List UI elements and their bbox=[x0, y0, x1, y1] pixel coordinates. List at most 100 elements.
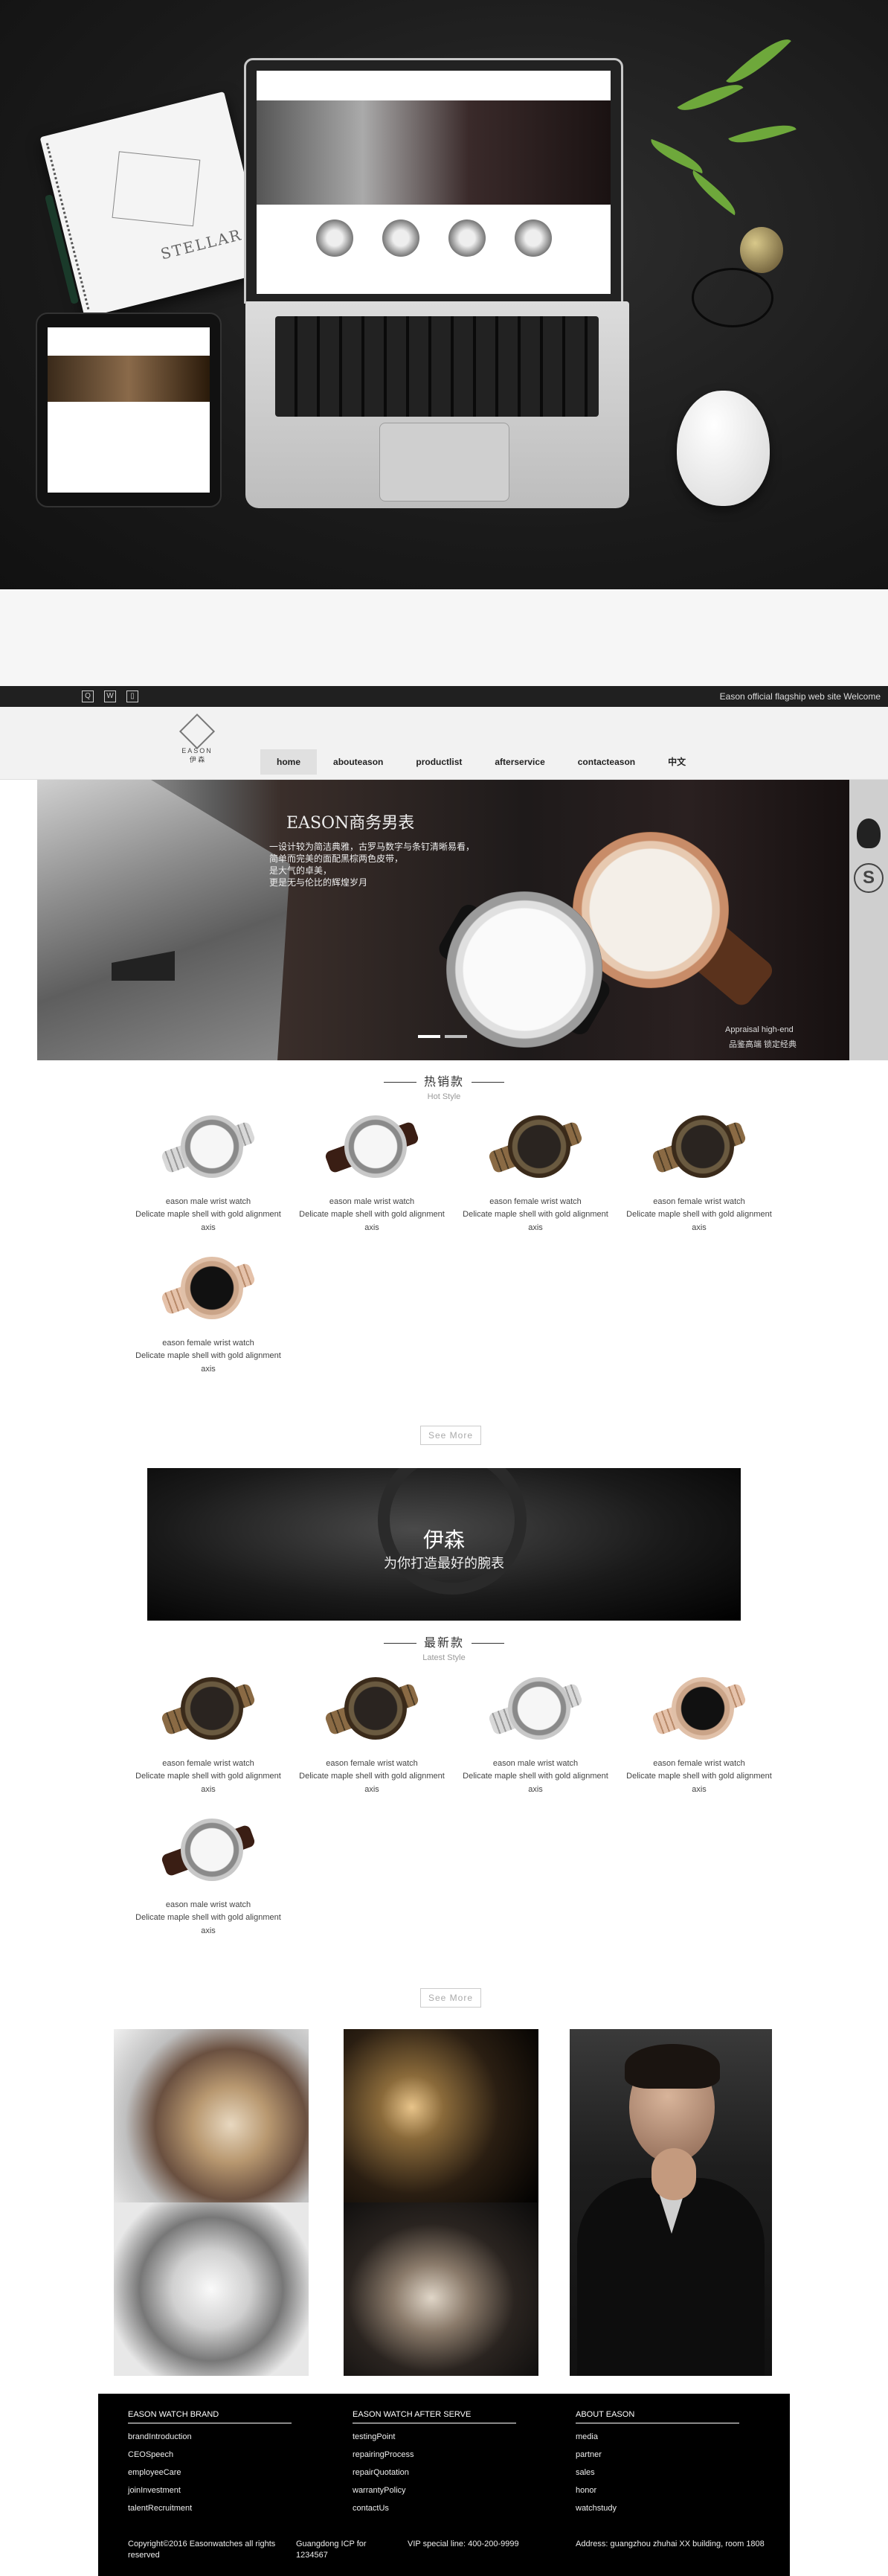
product-card[interactable]: eason female wrist watch Delicate maple … bbox=[617, 1106, 781, 1248]
phone-icon[interactable]: ▯ bbox=[126, 691, 138, 702]
product-name: eason male wrist watch bbox=[492, 1759, 579, 1768]
slider-dots bbox=[418, 1035, 467, 1038]
hot-product-grid: eason male wrist watch Delicate maple sh… bbox=[126, 1106, 781, 1389]
product-card[interactable]: eason female wrist watch Delicate maple … bbox=[290, 1668, 454, 1810]
divider bbox=[472, 1643, 504, 1644]
footer-col-service: EASON WATCH AFTER SERVE testingPoint rep… bbox=[353, 2410, 524, 2513]
watch-image bbox=[643, 1668, 755, 1750]
latest-title-cn: 最新款 bbox=[423, 1637, 464, 1650]
product-name: eason female wrist watch bbox=[489, 1197, 582, 1206]
footer-link[interactable]: warrantyPolicy bbox=[353, 2486, 524, 2495]
footer-col-brand: EASON WATCH BRAND brandIntroduction CEOS… bbox=[128, 2410, 299, 2513]
slider-dot[interactable] bbox=[418, 1035, 440, 1038]
product-desc: Delicate maple shell with gold alignment… bbox=[135, 1351, 281, 1374]
product-name: eason male wrist watch bbox=[165, 1197, 251, 1206]
gallery-watch-photo[interactable] bbox=[344, 2202, 538, 2376]
footer-link[interactable]: repairingProcess bbox=[353, 2450, 524, 2459]
footer-link[interactable]: talentRecruitment bbox=[128, 2504, 299, 2513]
watch-image bbox=[643, 1106, 755, 1188]
brand-logo[interactable]: EASON 伊 森 bbox=[178, 713, 216, 774]
gallery-machining-photo[interactable] bbox=[344, 2029, 538, 2202]
footer-heading: EASON WATCH AFTER SERVE bbox=[353, 2410, 516, 2423]
address-text: Address: guangzhou zhuhai XX building, r… bbox=[576, 2540, 765, 2548]
logo-cn-text: 伊 森 bbox=[189, 756, 205, 763]
product-card[interactable]: eason female wrist watch Delicate maple … bbox=[617, 1668, 781, 1810]
hot-see-more-button[interactable]: See More bbox=[420, 1426, 481, 1445]
product-name: eason female wrist watch bbox=[162, 1339, 254, 1348]
divider bbox=[472, 1082, 504, 1083]
nav-productlist[interactable]: productlist bbox=[399, 749, 478, 775]
laptop-trackpad bbox=[379, 423, 509, 502]
logo-mark-icon bbox=[178, 713, 216, 750]
social-icons: Q W ▯ bbox=[82, 691, 138, 702]
appraisal-text: Appraisal high-end bbox=[725, 1025, 794, 1034]
product-desc: Delicate maple shell with gold alignment… bbox=[135, 1772, 281, 1794]
footer-link[interactable]: testingPoint bbox=[353, 2432, 524, 2441]
footer-link[interactable]: media bbox=[576, 2432, 747, 2441]
footer-heading: ABOUT EASON bbox=[576, 2410, 739, 2423]
top-bar: Q W ▯ Eason official flagship web site W… bbox=[0, 686, 888, 707]
product-card[interactable]: eason male wrist watch Delicate maple sh… bbox=[126, 1106, 290, 1248]
footer-link[interactable]: brandIntroduction bbox=[128, 2432, 299, 2441]
side-contact-bar: S bbox=[849, 780, 888, 1060]
product-card[interactable]: eason female wrist watch Delicate maple … bbox=[454, 1106, 617, 1248]
gallery-gears-photo[interactable] bbox=[114, 2202, 309, 2376]
product-desc: Delicate maple shell with gold alignment… bbox=[626, 1772, 772, 1794]
product-card[interactable]: eason female wrist watch Delicate maple … bbox=[126, 1668, 290, 1810]
laptop-keyboard bbox=[275, 316, 599, 417]
product-name: eason female wrist watch bbox=[326, 1759, 418, 1768]
product-card[interactable]: eason male wrist watch Delicate maple sh… bbox=[454, 1668, 617, 1810]
product-card[interactable]: eason male wrist watch Delicate maple sh… bbox=[126, 1810, 290, 1951]
promo-banner[interactable]: 伊森 为你打造最好的腕表 bbox=[147, 1468, 741, 1621]
footer-link[interactable]: employeeCare bbox=[128, 2468, 299, 2477]
footer-link[interactable]: joinInvestment bbox=[128, 2486, 299, 2495]
laptop-screen-mockup bbox=[244, 58, 623, 304]
divider bbox=[383, 1643, 416, 1644]
footer-link[interactable]: CEOSpeech bbox=[128, 2450, 299, 2459]
footer-link[interactable]: repairQuotation bbox=[353, 2468, 524, 2477]
nav-language[interactable]: 中文 bbox=[651, 749, 702, 775]
weibo-icon[interactable]: W bbox=[104, 691, 116, 702]
product-card[interactable]: eason male wrist watch Delicate maple sh… bbox=[290, 1106, 454, 1248]
site-header: EASON 伊 森 home abouteason productlist af… bbox=[0, 707, 888, 780]
footer-col-about: ABOUT EASON media partner sales honor wa… bbox=[576, 2410, 747, 2513]
latest-see-more-button[interactable]: See More bbox=[420, 1988, 481, 2008]
watch-image bbox=[480, 1106, 591, 1188]
product-name: eason female wrist watch bbox=[162, 1759, 254, 1768]
skype-icon[interactable]: S bbox=[854, 863, 884, 893]
hot-title-cn: 热销款 bbox=[423, 1076, 464, 1089]
product-desc: Delicate maple shell with gold alignment… bbox=[135, 1913, 281, 1935]
nav-afterservice[interactable]: afterservice bbox=[478, 749, 561, 775]
latest-product-grid: eason female wrist watch Delicate maple … bbox=[126, 1668, 781, 1951]
footer-link[interactable]: contactUs bbox=[353, 2504, 524, 2513]
product-name: eason female wrist watch bbox=[653, 1759, 745, 1768]
qq-penguin-icon[interactable] bbox=[857, 818, 881, 848]
vip-line-text: VIP special line: 400-200-9999 bbox=[408, 2540, 519, 2548]
divider bbox=[383, 1082, 416, 1083]
hero-banner[interactable]: EASON商务男表 一设计较为简洁典雅，古罗马数字与条钉清晰易看， 简单而完美的… bbox=[37, 780, 851, 1060]
footer-link[interactable]: watchstudy bbox=[576, 2504, 747, 2513]
gallery-model-photo[interactable] bbox=[570, 2029, 772, 2376]
product-card[interactable]: eason female wrist watch Delicate maple … bbox=[126, 1248, 290, 1389]
banner-description: 一设计较为简洁典雅，古罗马数字与条钉清晰易看， 简单而完美的面配黑棕两色皮带， … bbox=[269, 842, 475, 888]
footer-link[interactable]: honor bbox=[576, 2486, 747, 2495]
hero-mockup-image: STELLAR bbox=[0, 0, 888, 589]
tablet-screen bbox=[48, 327, 210, 493]
product-name: eason male wrist watch bbox=[329, 1197, 415, 1206]
banner-title: EASON商务男表 bbox=[286, 814, 415, 833]
plant bbox=[632, 28, 818, 327]
watch-image bbox=[480, 1668, 591, 1750]
slider-dot[interactable] bbox=[445, 1035, 467, 1038]
footer-link[interactable]: sales bbox=[576, 2468, 747, 2477]
qq-icon[interactable]: Q bbox=[82, 691, 94, 702]
footer-link[interactable]: partner bbox=[576, 2450, 747, 2459]
nav-abouteason[interactable]: abouteason bbox=[317, 749, 399, 775]
product-desc: Delicate maple shell with gold alignment… bbox=[135, 1210, 281, 1232]
notebook-text: STELLAR bbox=[158, 225, 244, 263]
main-nav: home abouteason productlist afterservice… bbox=[260, 749, 702, 775]
nav-home[interactable]: home bbox=[260, 749, 318, 775]
gallery-movement-photo[interactable] bbox=[114, 2029, 309, 2202]
watch-image bbox=[152, 1810, 264, 1891]
nav-contacteason[interactable]: contacteason bbox=[562, 749, 651, 775]
hot-title-en: Hot Style bbox=[427, 1092, 461, 1101]
